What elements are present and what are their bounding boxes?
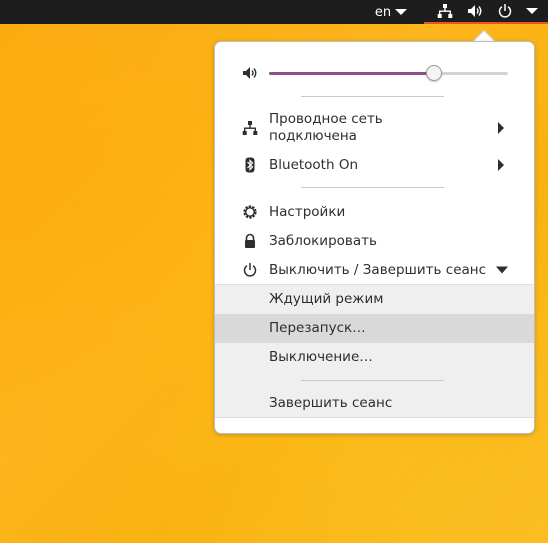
system-status-area[interactable] [424,0,548,24]
system-menu: Проводное сеть подключена Bluetooth On Н… [214,41,535,434]
network-item[interactable]: Проводное сеть подключена [215,109,534,147]
lock-icon [242,233,258,249]
power-icon [242,262,258,278]
language-indicator[interactable]: en [368,0,414,24]
network-label-line2: подключена [269,128,357,144]
restart-item[interactable]: Перезапуск… [215,314,534,343]
chevron-down-icon [395,9,408,15]
network-label-line1: Проводное сеть [269,111,383,127]
gear-icon [242,204,258,220]
power-submenu: Ждущий режим Перезапуск… Выключение… Зав… [215,284,534,418]
power-label: Выключить / Завершить сеанс [269,262,487,278]
logout-label: Завершить сеанс [269,395,393,411]
volume-slider-fill [269,72,434,75]
lock-label: Заблокировать [269,233,377,249]
logout-item[interactable]: Завершить сеанс [215,389,534,418]
volume-icon [242,65,258,81]
network-label: Проводное сеть подключена [269,111,383,145]
power-icon[interactable] [496,2,514,20]
separator [301,187,444,188]
suspend-label: Ждущий режим [269,291,384,307]
settings-item[interactable]: Настройки [215,199,534,225]
power-item[interactable]: Выключить / Завершить сеанс [215,257,534,283]
lock-item[interactable]: Заблокировать [215,228,534,254]
settings-label: Настройки [269,204,346,220]
volume-icon[interactable] [466,2,484,20]
volume-slider-handle[interactable] [426,65,442,81]
bluetooth-item[interactable]: Bluetooth On [215,152,534,178]
separator [301,380,444,381]
chevron-right-icon [498,159,504,171]
chevron-down-icon[interactable] [526,8,538,14]
chevron-down-icon [496,266,508,274]
bluetooth-label: Bluetooth On [269,157,359,173]
language-label: en [374,4,392,20]
network-icon [242,120,258,136]
restart-label: Перезапуск… [269,320,366,336]
suspend-item[interactable]: Ждущий режим [215,285,534,314]
bluetooth-icon [242,157,258,173]
volume-slider[interactable] [269,65,508,81]
top-bar: en [0,0,548,24]
separator [301,96,444,97]
network-icon[interactable] [436,2,454,20]
chevron-right-icon [498,122,504,134]
shutdown-label: Выключение… [269,349,373,365]
shutdown-item[interactable]: Выключение… [215,343,534,372]
